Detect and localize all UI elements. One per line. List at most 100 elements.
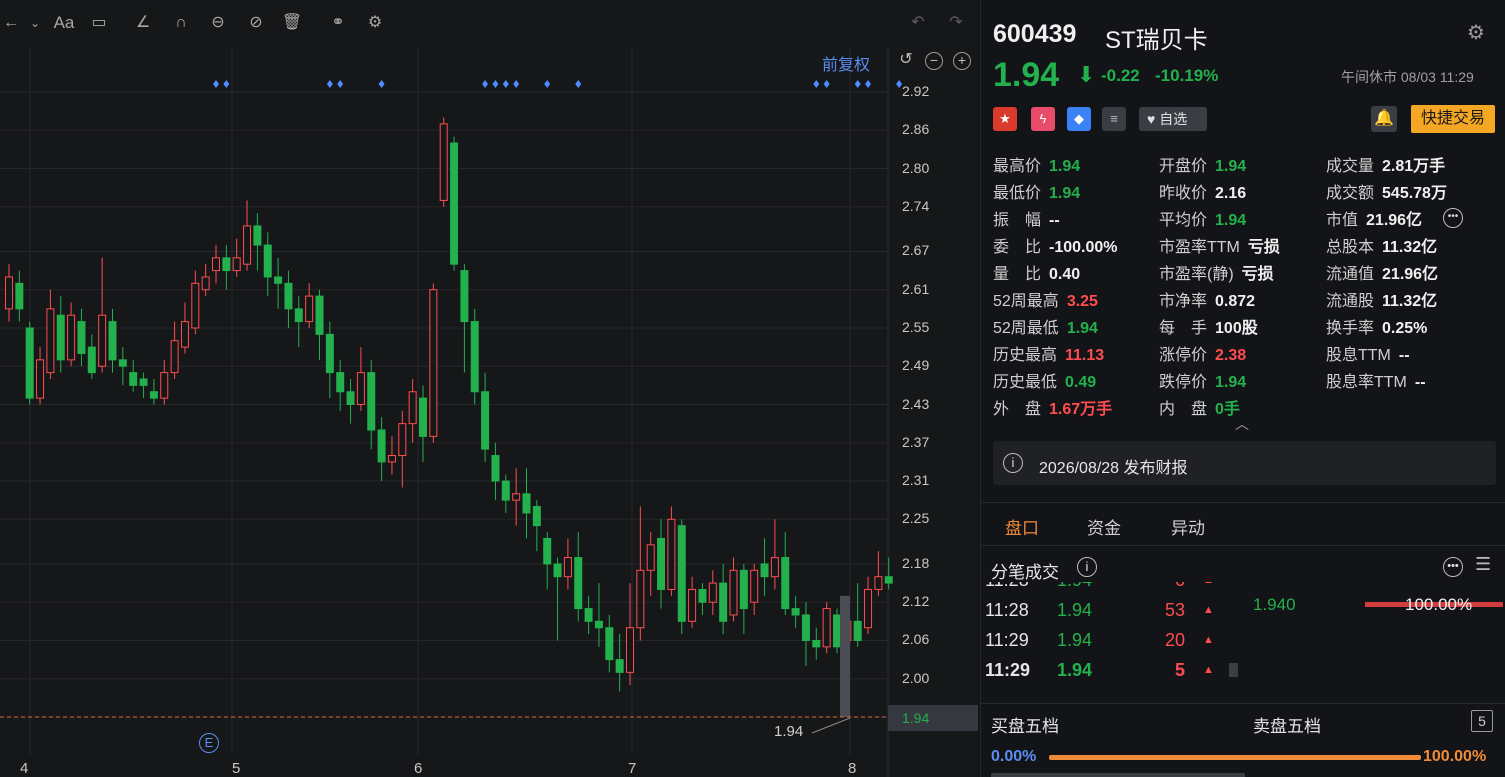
depth-selector[interactable]: 5 <box>1471 710 1493 732</box>
stat-item: 跌停价 1.94 <box>1159 368 1246 392</box>
stat-value: 0.872 <box>1215 293 1256 310</box>
stat-label: 市值 <box>1326 212 1359 229</box>
stat-label: 市净率 <box>1159 293 1208 310</box>
stat-value: 1.94 <box>1215 212 1247 229</box>
adjust-mode-button[interactable]: 前复权 <box>822 51 870 75</box>
earnings-notice[interactable]: i 2026/08/28 发布财报 <box>993 441 1496 485</box>
candle-body <box>15 282 24 310</box>
lightning-icon[interactable]: ϟ <box>1031 107 1055 131</box>
candle-body <box>636 569 645 629</box>
callout-leader <box>811 717 851 734</box>
candle-body <box>615 659 624 673</box>
stat-item: 流通值 21.96亿 <box>1326 260 1438 284</box>
tag-icon[interactable]: ◆ <box>1067 107 1091 131</box>
candle-body <box>25 327 34 399</box>
stat-value: 11.13 <box>1065 347 1105 364</box>
stat-label: 振 幅 <box>993 212 1042 229</box>
stat-label: 换手率 <box>1326 320 1375 337</box>
buy-five-label: 买盘五档 <box>991 717 1059 736</box>
buy-ratio: 0.00% <box>991 748 1037 765</box>
list-icon[interactable]: ☰ <box>1475 554 1491 575</box>
stat-label: 内 盘 <box>1159 401 1208 418</box>
candle-body <box>605 627 614 661</box>
chevron-up-icon[interactable]: ︿ <box>1235 414 1249 434</box>
sell-ratio: 100.00% <box>1423 748 1487 765</box>
candle-body <box>377 429 386 463</box>
quick-trade-button[interactable]: 快捷交易 <box>1411 105 1495 133</box>
candle-body <box>253 225 262 246</box>
candle-body <box>212 257 220 272</box>
stat-value: 11.32亿 <box>1382 293 1438 310</box>
add-watchlist-button[interactable]: ♥ 自选 <box>1139 107 1207 131</box>
stat-value: 亏损 <box>1241 266 1274 283</box>
candle-body <box>801 614 810 641</box>
stat-item: 总股本 11.32亿 <box>1326 233 1437 257</box>
stat-label: 委 比 <box>993 239 1042 256</box>
tab-capital[interactable]: 资金 <box>1087 514 1121 539</box>
candle-body <box>491 455 500 482</box>
watchlist-label: 自选 <box>1159 111 1188 127</box>
stat-label: 平均价 <box>1159 212 1208 229</box>
notes-icon[interactable]: ≡ <box>1102 107 1126 131</box>
y-tick-label: 2.43 <box>902 395 930 412</box>
bell-icon[interactable]: 🔔 <box>1371 106 1397 132</box>
stat-value: 1.94 <box>1215 158 1247 175</box>
earnings-date-text: 2026/08/28 发布财报 <box>1039 460 1188 477</box>
more-icon[interactable]: ••• <box>1443 208 1463 228</box>
candle-body <box>864 588 873 629</box>
scrollbar[interactable] <box>991 773 1245 777</box>
stat-label: 成交量 <box>1326 158 1375 175</box>
stat-item: 外 盘 1.67万手 <box>993 395 1112 419</box>
candle-body <box>833 614 841 648</box>
stat-value: 0.25% <box>1382 320 1428 337</box>
up-triangle-icon: ▲ <box>1203 634 1214 646</box>
last-price-callout: 1.94 <box>774 723 804 740</box>
candle-body <box>501 480 510 501</box>
tick-trade-list[interactable]: 11:281.946▲11:281.9453▲11:291.9420▲11:29… <box>981 582 1221 696</box>
candle-body <box>791 608 800 616</box>
candle-body <box>398 423 407 457</box>
stat-value: 21.96亿 <box>1382 266 1439 283</box>
candlestick-chart[interactable] <box>0 0 978 777</box>
candle-body <box>129 372 138 386</box>
stat-label: 外 盘 <box>993 401 1042 418</box>
candle-body <box>274 276 283 284</box>
stat-value: 545.78万 <box>1382 185 1447 202</box>
stat-label: 股息率TTM <box>1326 374 1407 391</box>
candle-body <box>677 525 686 622</box>
candle-body <box>750 569 759 603</box>
candle-body <box>232 257 241 272</box>
stat-value: 0.49 <box>1065 374 1097 391</box>
signal-marker <box>865 80 872 88</box>
candle-body <box>429 289 438 437</box>
info-icon[interactable]: i <box>1077 557 1097 577</box>
stat-label: 跌停价 <box>1159 374 1208 391</box>
x-tick-label: 7 <box>628 760 637 777</box>
y-tick-label: 2.49 <box>902 357 930 374</box>
stat-value: 2.38 <box>1215 347 1247 364</box>
candle-body <box>419 397 427 437</box>
stat-value: 亏损 <box>1247 239 1280 256</box>
signal-marker <box>513 80 520 88</box>
tab-movement[interactable]: 异动 <box>1171 514 1205 539</box>
stat-item: 内 盘 0手 <box>1159 395 1240 419</box>
candle-body <box>87 346 96 374</box>
candle-body <box>739 569 748 610</box>
info-icon: i <box>1003 453 1023 473</box>
more-icon[interactable]: ••• <box>1443 557 1463 577</box>
stat-item: 昨收价 2.16 <box>1159 179 1246 203</box>
event-badge-icon[interactable]: E <box>199 733 219 753</box>
y-tick-label: 2.31 <box>902 472 930 489</box>
candle-body <box>522 493 531 514</box>
candle-body <box>98 314 107 367</box>
candle-body <box>698 588 707 603</box>
tick-trade-row: 11:281.946▲ <box>985 582 1215 600</box>
y-tick-label: 2.74 <box>902 197 930 214</box>
tab-orderbook[interactable]: 盘口 <box>1005 514 1039 539</box>
candle-body <box>67 314 76 361</box>
candle-body <box>729 569 738 616</box>
gear-icon[interactable]: ⚙ <box>1467 20 1485 45</box>
candle-body <box>139 378 148 386</box>
tick-trade-row: 11:29 1.94 20 ▲ <box>985 630 1215 660</box>
stat-label: 市盈率TTM <box>1159 239 1240 256</box>
